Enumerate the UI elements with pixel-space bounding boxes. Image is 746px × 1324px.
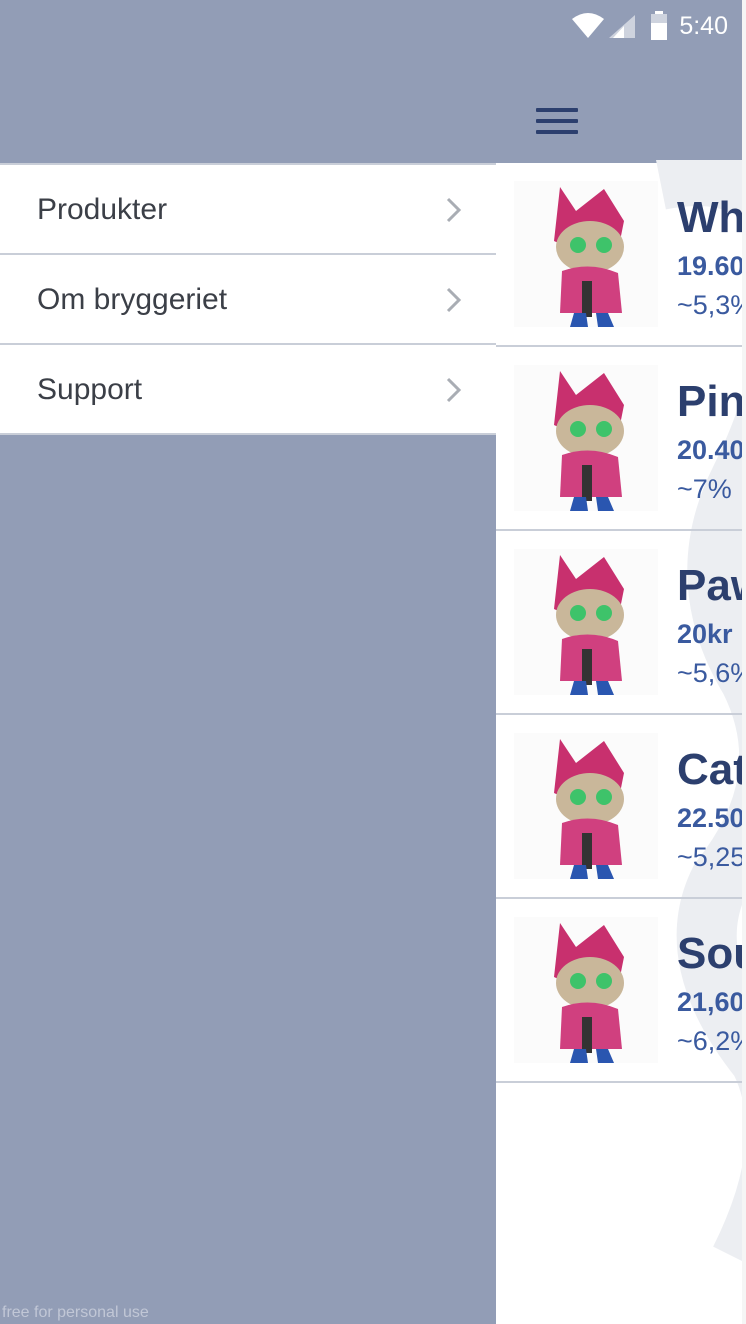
product-item[interactable]: Cat 22.50 ~5,25 bbox=[496, 715, 746, 899]
product-item[interactable]: Wh 19.60 ~5,3% bbox=[496, 163, 746, 347]
drawer-item-label: Om bryggeriet bbox=[37, 283, 228, 316]
product-item[interactable]: Sou 21,60 ~6,2% bbox=[496, 899, 746, 1083]
product-name: Wh bbox=[677, 193, 746, 242]
drawer-item-support[interactable]: Support bbox=[0, 343, 496, 435]
product-abv: ~5,3% bbox=[677, 290, 746, 320]
navigation-drawer: Produkter Om bryggeriet Support free for… bbox=[0, 0, 496, 1324]
product-name: Cat bbox=[677, 745, 746, 794]
product-item[interactable]: Paw 20kr ~5,6% bbox=[496, 531, 746, 715]
mascot-cat-image bbox=[514, 733, 658, 879]
mascot-cat-image bbox=[514, 181, 658, 327]
drawer-item-produkter[interactable]: Produkter bbox=[0, 163, 496, 253]
product-name: Sou bbox=[677, 929, 746, 978]
product-item[interactable]: Pin 20.40 ~7% bbox=[496, 347, 746, 531]
product-price: 19.60 bbox=[677, 251, 745, 281]
drawer-item-om-bryggeriet[interactable]: Om bryggeriet bbox=[0, 253, 496, 343]
drawer-menu: Produkter Om bryggeriet Support bbox=[0, 163, 496, 435]
product-price: 20kr bbox=[677, 619, 733, 649]
signal-icon bbox=[609, 15, 636, 38]
status-time: 5:40 bbox=[679, 11, 728, 40]
product-price: 22.50 bbox=[677, 803, 745, 833]
mascot-cat-image bbox=[514, 365, 658, 511]
scroll-edge bbox=[742, 0, 746, 1324]
product-name: Paw bbox=[677, 561, 746, 610]
mascot-cat-image bbox=[514, 549, 658, 695]
drawer-item-label: Produkter bbox=[37, 193, 168, 226]
product-name: Pin bbox=[677, 377, 746, 426]
product-abv: ~5,25 bbox=[677, 842, 746, 872]
battery-icon bbox=[651, 11, 668, 40]
chevron-right-icon bbox=[446, 287, 462, 313]
product-list: Wh 19.60 ~5,3% Pin 20.40 ~7% bbox=[496, 163, 746, 1083]
hamburger-menu-icon[interactable] bbox=[536, 108, 578, 138]
product-abv: ~6,2% bbox=[677, 1026, 746, 1056]
product-price: 20.40 bbox=[677, 435, 745, 465]
chevron-right-icon bbox=[446, 197, 462, 223]
product-abv: ~5,6% bbox=[677, 658, 746, 688]
font-license-note: free for personal use bbox=[2, 1304, 149, 1321]
mascot-cat-image bbox=[514, 917, 658, 1063]
drawer-header bbox=[0, 0, 496, 163]
wifi-icon bbox=[572, 13, 605, 38]
chevron-right-icon bbox=[446, 377, 462, 403]
product-price: 21,60 bbox=[677, 987, 745, 1017]
drawer-item-label: Support bbox=[37, 373, 143, 406]
product-abv: ~7% bbox=[677, 474, 732, 504]
